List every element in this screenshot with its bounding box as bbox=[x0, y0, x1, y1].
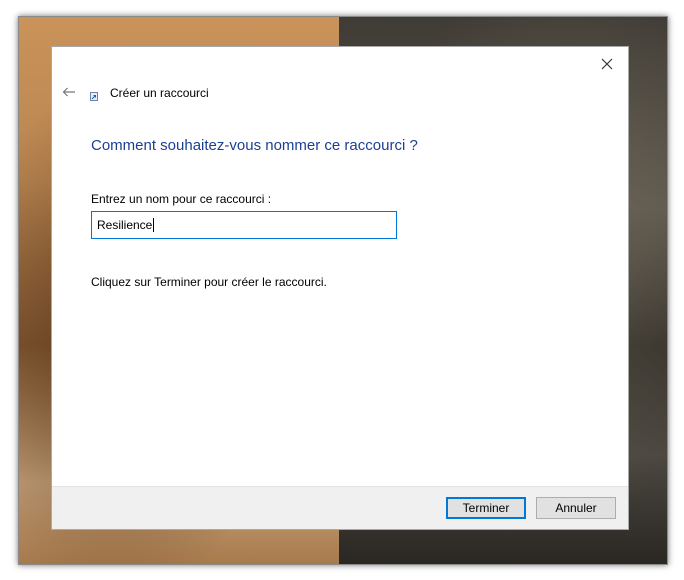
cancel-button[interactable]: Annuler bbox=[536, 497, 616, 519]
finish-button[interactable]: Terminer bbox=[446, 497, 526, 519]
back-arrow-icon bbox=[62, 87, 75, 97]
close-button[interactable] bbox=[592, 53, 622, 75]
shortcut-name-value: Resilience bbox=[97, 218, 153, 232]
dialog-footer: Terminer Annuler bbox=[52, 486, 628, 529]
finish-instruction: Cliquez sur Terminer pour créer le racco… bbox=[91, 275, 327, 289]
create-shortcut-dialog: Créer un raccourci Comment souhaitez-vou… bbox=[51, 46, 629, 530]
text-caret bbox=[153, 218, 155, 232]
page-heading: Comment souhaitez-vous nommer ce raccour… bbox=[91, 137, 418, 154]
shortcut-icon bbox=[90, 92, 98, 101]
close-icon bbox=[601, 58, 613, 70]
shortcut-name-input[interactable]: Resilience bbox=[91, 211, 397, 239]
shortcut-name-label: Entrez un nom pour ce raccourci : bbox=[91, 192, 272, 206]
back-button[interactable] bbox=[58, 83, 80, 101]
wizard-title: Créer un raccourci bbox=[110, 86, 209, 100]
